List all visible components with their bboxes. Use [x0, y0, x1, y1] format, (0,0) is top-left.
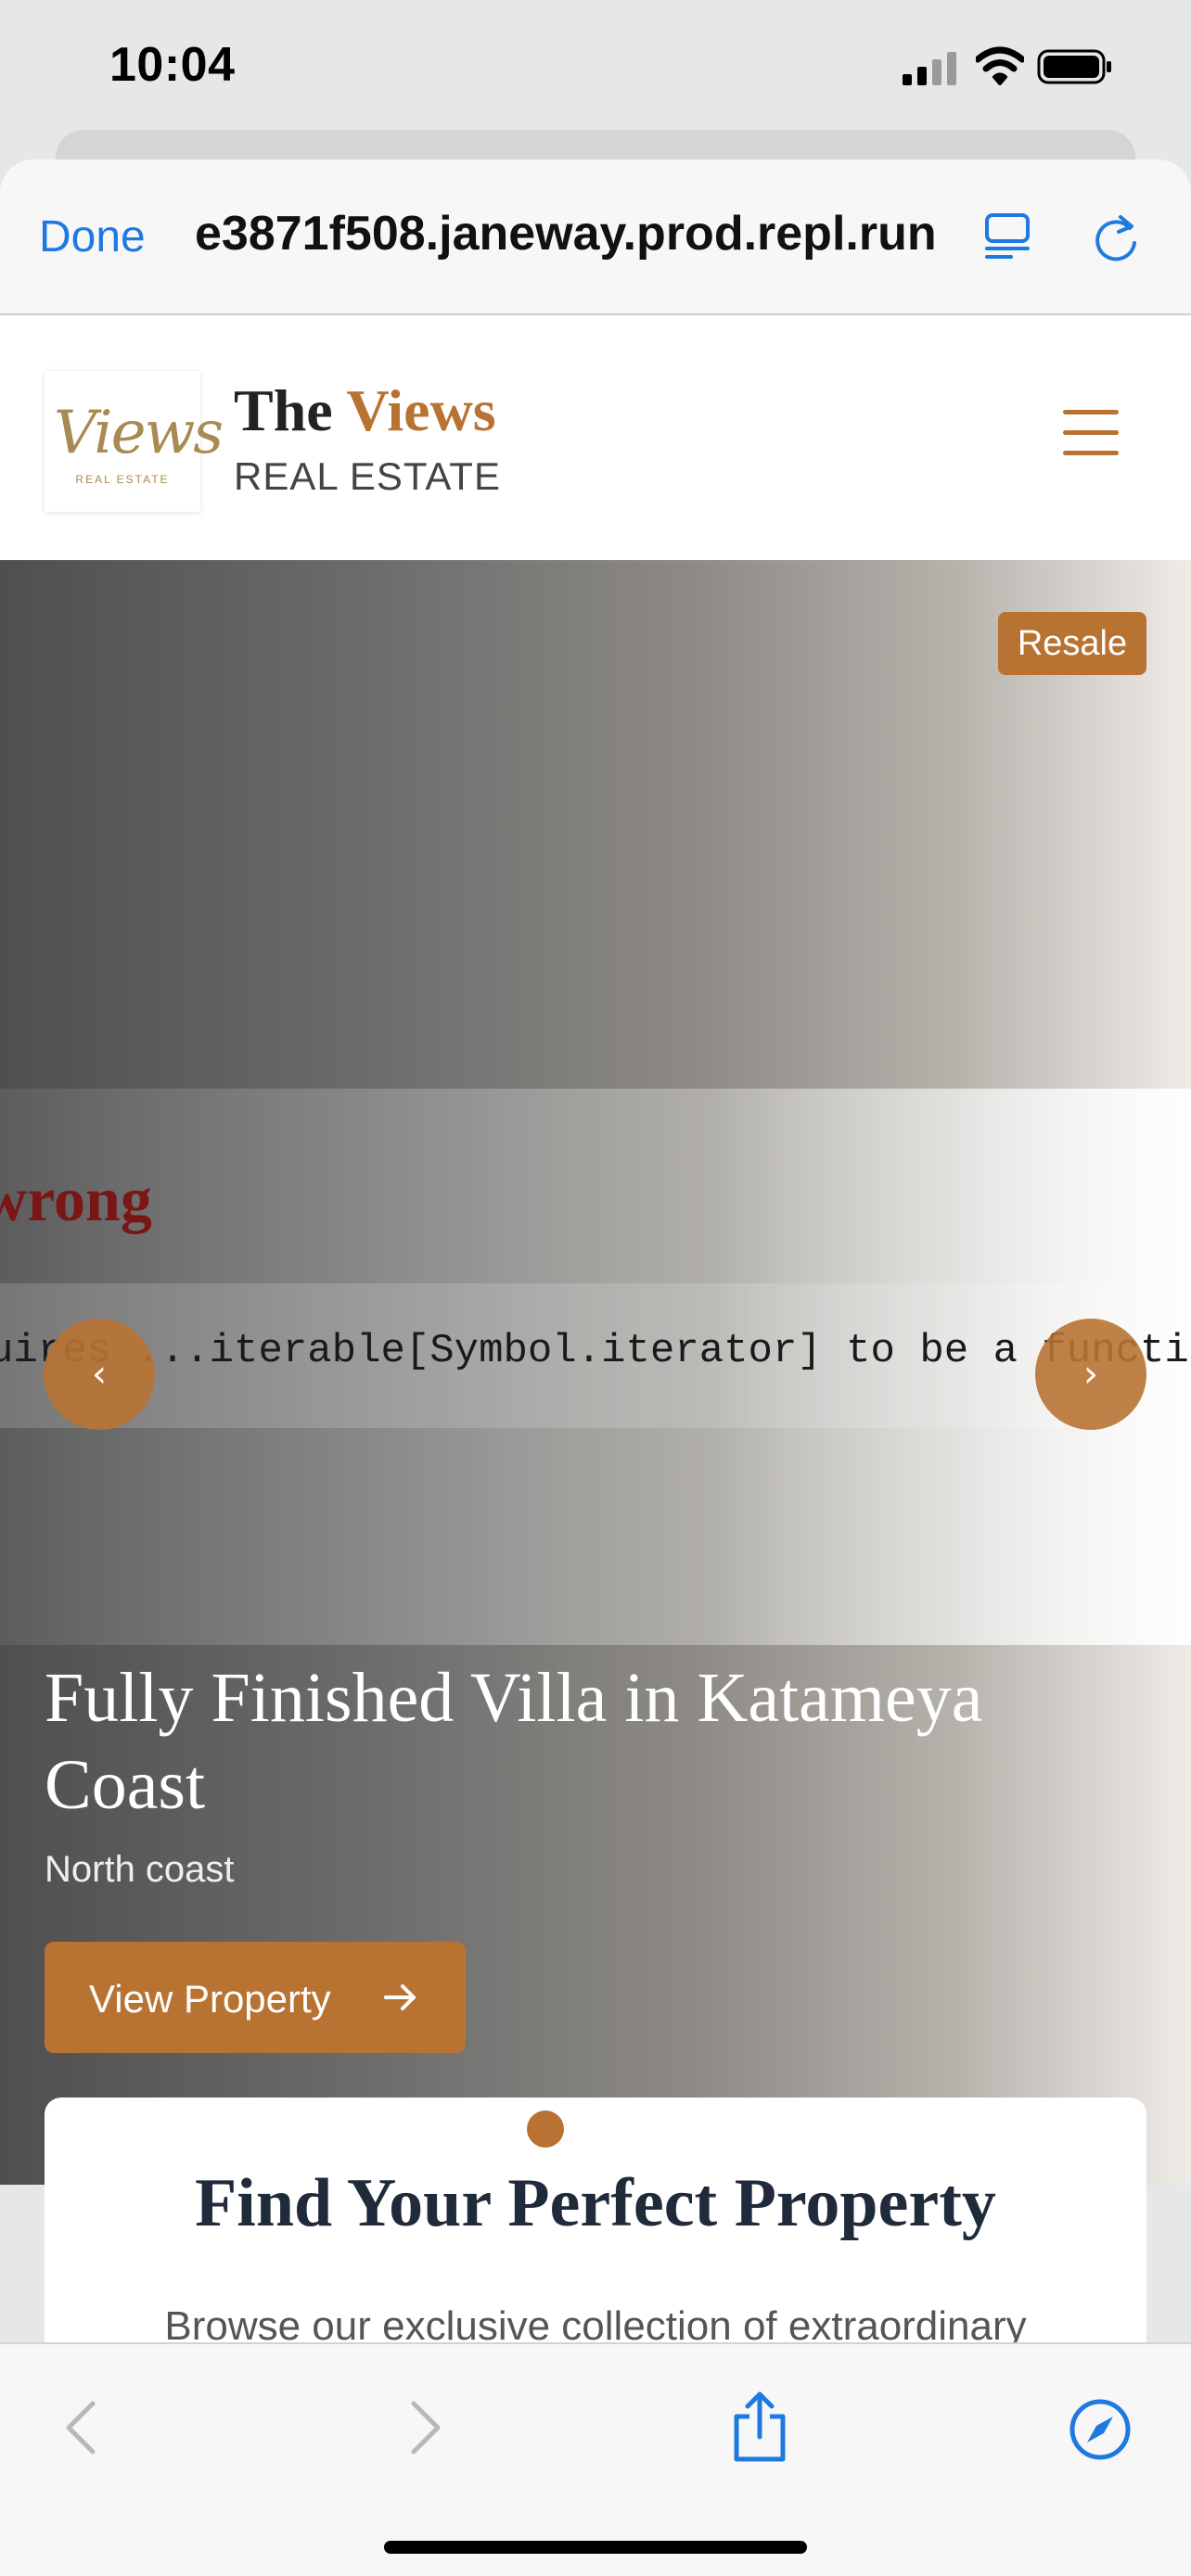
error-code-block: uires ...iterable[Symbol.iterator] to be…: [0, 1283, 1191, 1428]
home-indicator: [384, 2541, 807, 2554]
done-button[interactable]: Done: [39, 211, 146, 262]
carousel-next-button[interactable]: ›: [1035, 1319, 1146, 1430]
cellular-signal-icon: [903, 52, 956, 85]
hamburger-menu-icon[interactable]: [1063, 410, 1119, 456]
browser-url-bar: Done e3871f508.janeway.prod.repl.run: [0, 159, 1191, 315]
battery-icon: [1037, 49, 1111, 84]
property-title: Fully Finished Villa in Katameya Coast: [45, 1659, 983, 1824]
arrow-right-icon: [384, 1984, 416, 2010]
view-property-label: View Property: [89, 1977, 331, 2021]
brand-views: Views: [346, 377, 496, 443]
carousel-prev-button[interactable]: ‹: [44, 1319, 155, 1430]
status-time: 10:04: [109, 38, 236, 92]
share-icon[interactable]: [729, 2391, 790, 2463]
brand-subtitle: REAL ESTATE: [234, 454, 501, 498]
reader-mode-icon[interactable]: [983, 211, 1031, 260]
hero-carousel: Resale wrong uires ...iterable[Symbol.it…: [0, 560, 1191, 2185]
property-location: North coast: [45, 1849, 235, 1890]
brand-the: The: [234, 377, 333, 443]
error-title: wrong: [0, 1164, 152, 1234]
brand-name: The Views: [234, 376, 496, 445]
url-field[interactable]: e3871f508.janeway.prod.repl.run: [195, 206, 937, 261]
compass-icon[interactable]: [1069, 2398, 1132, 2461]
status-bar: 10:04: [0, 0, 1191, 130]
error-message: uires ...iterable[Symbol.iterator] to be…: [0, 1328, 1191, 1374]
reload-icon[interactable]: [1093, 211, 1141, 263]
site-header: Views REAL ESTATE The Views REAL ESTATE: [0, 315, 1191, 560]
carousel-dot[interactable]: [527, 2111, 564, 2148]
logo-script: Views: [54, 399, 224, 467]
view-property-button[interactable]: View Property: [45, 1942, 466, 2053]
logo[interactable]: Views REAL ESTATE: [45, 371, 224, 512]
back-icon[interactable]: [59, 2398, 104, 2457]
logo-subtext: REAL ESTATE: [75, 473, 170, 486]
forward-icon[interactable]: [403, 2398, 447, 2457]
wifi-icon: [976, 46, 1024, 85]
error-overlay: wrong uires ...iterable[Symbol.iterator]…: [0, 1089, 1191, 1645]
section-title: Find Your Perfect Property: [195, 2165, 996, 2241]
status-badge: Resale: [998, 612, 1146, 675]
find-property-section: Find Your Perfect Property Browse our ex…: [45, 2098, 1146, 2376]
